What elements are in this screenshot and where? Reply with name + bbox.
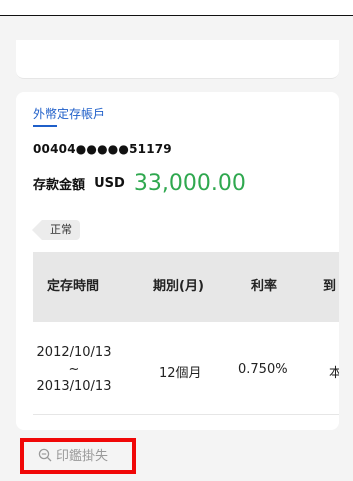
- account-number: 00404●●●●●51179: [33, 142, 172, 156]
- header-period: 期別(月): [153, 279, 204, 294]
- deposit-table-header: 定存時間 期別(月) 利率 到: [33, 252, 339, 322]
- header-truncated: 到: [323, 279, 337, 294]
- status-badge: 正常: [32, 220, 80, 240]
- period-cell: 12個月: [159, 366, 202, 381]
- truncated-cell: 本: [329, 366, 339, 381]
- amount-label: 存款金額: [33, 178, 86, 193]
- card-title-underline: [33, 125, 57, 127]
- foreign-time-deposit-card: 外幣定存帳戶 00404●●●●●51179 存款金額 USD 33,000.0…: [16, 92, 339, 430]
- deposit-amount-row: 存款金額 USD 33,000.00: [33, 171, 246, 196]
- seal-loss-report-button[interactable]: 印鑑掛失: [20, 438, 136, 474]
- table-row: 2012/10/13 ~ 2013/10/13 12個月 0.750% 本: [33, 322, 339, 415]
- end-date: 2013/10/13: [36, 379, 112, 394]
- start-date: 2012/10/13: [36, 345, 112, 360]
- date-separator: ~: [68, 362, 80, 377]
- rate-cell: 0.750%: [238, 362, 288, 377]
- previous-card-bottom: [16, 40, 339, 79]
- card-title[interactable]: 外幣定存帳戶: [33, 105, 105, 122]
- deposit-time-cell: 2012/10/13 ~ 2013/10/13: [33, 344, 115, 395]
- search-minus-icon: [38, 448, 52, 461]
- header-deposit-time: 定存時間: [47, 279, 100, 294]
- top-bar: [0, 0, 353, 16]
- amount-currency: USD: [94, 176, 125, 191]
- amount-value: 33,000.00: [133, 171, 246, 196]
- header-rate: 利率: [251, 279, 278, 294]
- seal-loss-report-label: 印鑑掛失: [56, 449, 109, 464]
